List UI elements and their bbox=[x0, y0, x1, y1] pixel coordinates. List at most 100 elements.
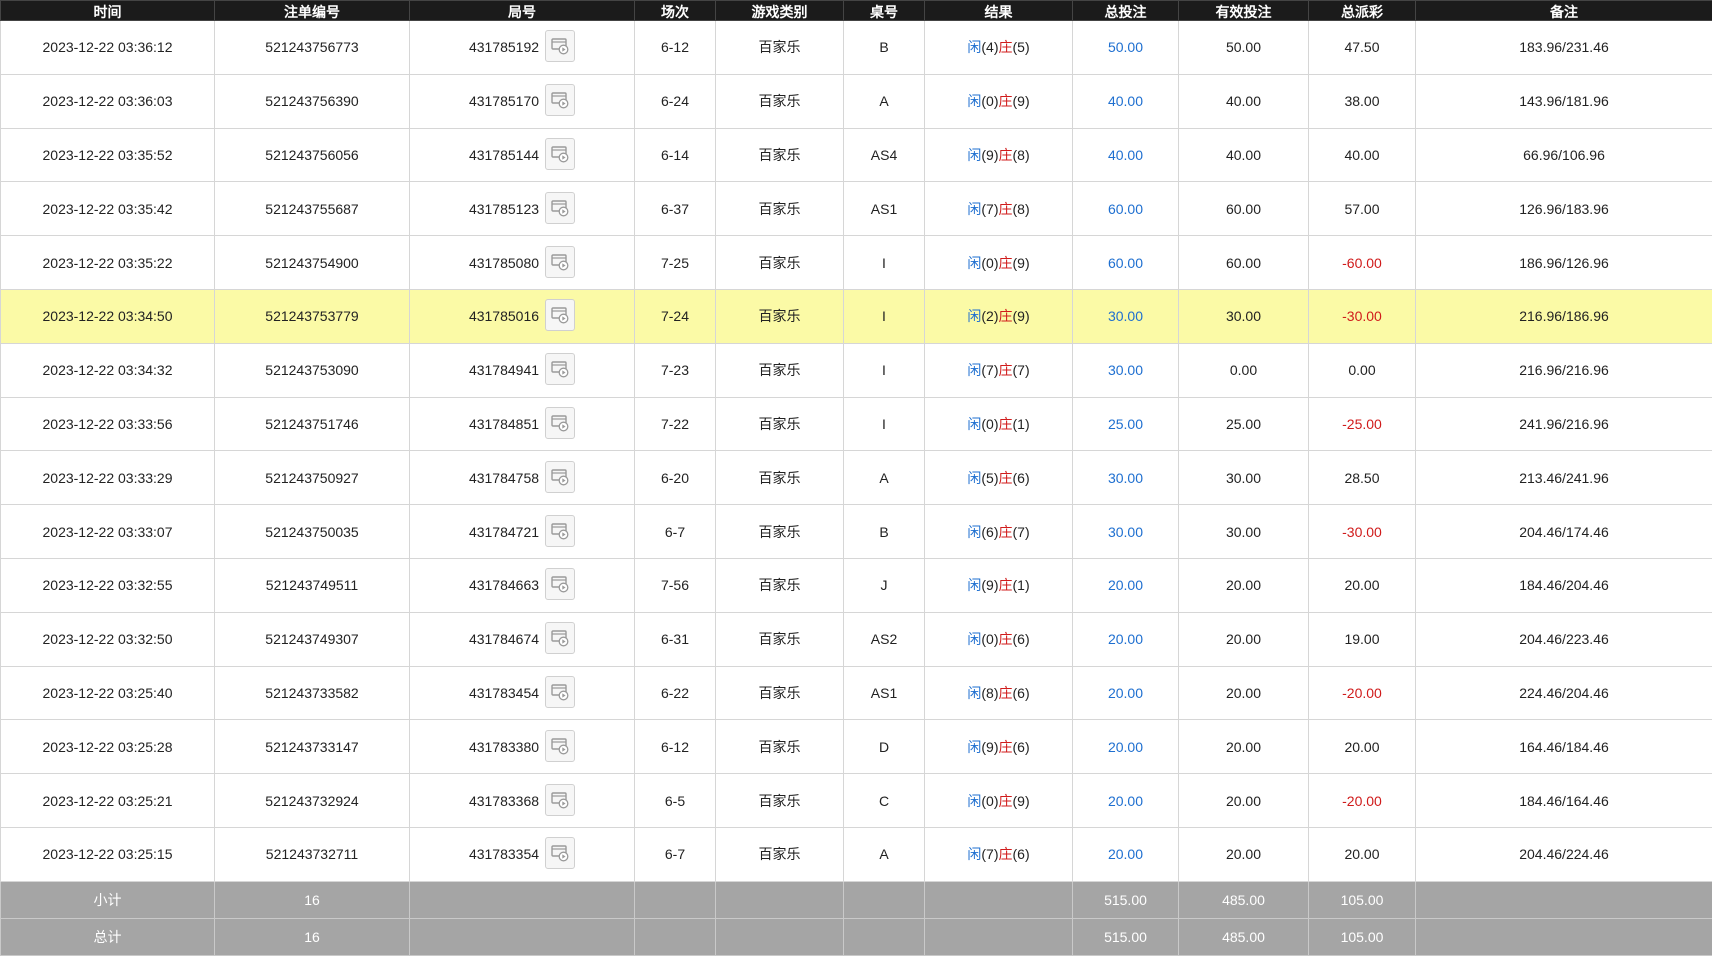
video-replay-icon[interactable] bbox=[545, 353, 576, 386]
cell-payout: -20.00 bbox=[1308, 773, 1416, 828]
total-label: 总计 bbox=[0, 917, 215, 956]
cell-result: 闲(7)庄(6) bbox=[924, 826, 1073, 882]
round-number: 431784851 bbox=[468, 415, 540, 432]
video-replay-icon[interactable] bbox=[545, 191, 576, 224]
table-row[interactable]: 2023-12-22 03:25:15 521243732711 431783354… bbox=[0, 826, 1712, 882]
banker-label: 庄 bbox=[998, 146, 1013, 163]
round-number: 431784674 bbox=[468, 631, 540, 648]
cell-session: 7-22 bbox=[634, 396, 716, 452]
cell-payout: 20.00 bbox=[1308, 719, 1416, 775]
player-label: 闲 bbox=[967, 93, 982, 110]
video-replay-icon[interactable] bbox=[545, 245, 576, 278]
video-replay-icon[interactable] bbox=[545, 460, 576, 493]
table-row[interactable]: 2023-12-22 03:33:07 521243750035 431784721… bbox=[0, 504, 1712, 559]
banker-score: (9) bbox=[1012, 308, 1030, 325]
cell-session: 7-24 bbox=[634, 288, 716, 344]
cell-total-bet: 20.00 bbox=[1072, 719, 1179, 775]
table-row[interactable]: 2023-12-22 03:34:32 521243753090 431784941… bbox=[0, 342, 1712, 398]
cell-session: 6-20 bbox=[634, 450, 716, 506]
cell-result: 闲(0)庄(9) bbox=[924, 235, 1073, 290]
subtotal-bet: 515.00 bbox=[1072, 880, 1179, 919]
header-time: 时间 bbox=[0, 0, 215, 21]
table-row[interactable]: 2023-12-22 03:36:12 521243756773 431785192… bbox=[0, 20, 1712, 75]
cell-round-id: 431785144 bbox=[409, 127, 635, 183]
banker-label: 庄 bbox=[998, 738, 1013, 755]
video-replay-icon[interactable] bbox=[545, 299, 576, 332]
subtotal-count: 16 bbox=[214, 880, 410, 919]
round-number: 431784758 bbox=[468, 469, 540, 486]
table-row[interactable]: 2023-12-22 03:35:42 521243755687 431785123… bbox=[0, 181, 1712, 237]
table-row[interactable]: 2023-12-22 03:32:55 521243749511 431784663… bbox=[0, 557, 1712, 613]
banker-label: 庄 bbox=[998, 39, 1013, 56]
cell-order-id: 521243732924 bbox=[214, 773, 410, 828]
player-score: (2) bbox=[981, 308, 999, 325]
cell-total-bet: 40.00 bbox=[1072, 73, 1179, 129]
cell-valid-bet: 40.00 bbox=[1178, 73, 1309, 129]
video-replay-icon[interactable] bbox=[545, 675, 576, 708]
table-row[interactable]: 2023-12-22 03:35:22 521243754900 431785080… bbox=[0, 235, 1712, 290]
round-number: 431785170 bbox=[468, 93, 540, 110]
cell-round-id: 431783354 bbox=[409, 826, 635, 882]
cell-time: 2023-12-22 03:36:12 bbox=[0, 20, 215, 75]
player-score: (0) bbox=[981, 792, 999, 809]
cell-game-type: 百家乐 bbox=[715, 396, 844, 452]
cell-time: 2023-12-22 03:33:29 bbox=[0, 450, 215, 506]
player-score: (8) bbox=[981, 684, 999, 701]
banker-score: (7) bbox=[1012, 362, 1030, 379]
total-count: 16 bbox=[214, 917, 410, 956]
cell-session: 7-25 bbox=[634, 235, 716, 290]
round-number: 431785144 bbox=[468, 146, 540, 163]
cell-time: 2023-12-22 03:25:15 bbox=[0, 826, 215, 882]
video-replay-icon[interactable] bbox=[545, 30, 576, 63]
cell-note: 241.96/216.96 bbox=[1415, 396, 1712, 452]
table-row[interactable]: 2023-12-22 03:32:50 521243749307 431784674… bbox=[0, 611, 1712, 667]
cell-order-id: 521243733147 bbox=[214, 719, 410, 775]
cell-payout: 57.00 bbox=[1308, 181, 1416, 237]
total-payout: 105.00 bbox=[1308, 917, 1416, 956]
video-replay-icon[interactable] bbox=[545, 783, 576, 816]
video-replay-icon[interactable] bbox=[545, 84, 576, 117]
cell-table-id: I bbox=[843, 288, 925, 344]
table-row[interactable]: 2023-12-22 03:36:03 521243756390 431785170… bbox=[0, 73, 1712, 129]
cell-total-bet: 60.00 bbox=[1072, 235, 1179, 290]
cell-table-id: A bbox=[843, 450, 925, 506]
player-score: (7) bbox=[981, 200, 999, 217]
video-replay-icon[interactable] bbox=[545, 568, 576, 601]
player-label: 闲 bbox=[967, 362, 982, 379]
table-row[interactable]: 2023-12-22 03:34:50 521243753779 431785016… bbox=[0, 288, 1712, 344]
table-row[interactable]: 2023-12-22 03:33:29 521243750927 431784758… bbox=[0, 450, 1712, 506]
cell-valid-bet: 50.00 bbox=[1178, 20, 1309, 75]
subtotal-row: 小计 16 515.00 485.00 105.00 bbox=[0, 880, 1712, 919]
round-number: 431783354 bbox=[468, 846, 540, 863]
cell-total-bet: 50.00 bbox=[1072, 20, 1179, 75]
cell-table-id: J bbox=[843, 557, 925, 613]
player-label: 闲 bbox=[967, 577, 982, 594]
table-row[interactable]: 2023-12-22 03:33:56 521243751746 431784851… bbox=[0, 396, 1712, 452]
table-header-row: 时间 注单编号 局号 场次 游戏类别 桌号 结果 总投注 有效投注 总派彩 备注 bbox=[0, 0, 1712, 21]
player-score: (9) bbox=[981, 577, 999, 594]
cell-total-bet: 30.00 bbox=[1072, 504, 1179, 559]
round-number: 431784721 bbox=[468, 523, 540, 540]
cell-time: 2023-12-22 03:32:55 bbox=[0, 557, 215, 613]
cell-game-type: 百家乐 bbox=[715, 826, 844, 882]
table-row[interactable]: 2023-12-22 03:35:52 521243756056 431785144… bbox=[0, 127, 1712, 183]
round-number: 431785080 bbox=[468, 254, 540, 271]
table-row[interactable]: 2023-12-22 03:25:28 521243733147 431783380… bbox=[0, 719, 1712, 775]
cell-table-id: AS1 bbox=[843, 181, 925, 237]
table-row[interactable]: 2023-12-22 03:25:40 521243733582 431783454… bbox=[0, 665, 1712, 721]
cell-payout: 19.00 bbox=[1308, 611, 1416, 667]
video-replay-icon[interactable] bbox=[545, 729, 576, 762]
cell-total-bet: 30.00 bbox=[1072, 288, 1179, 344]
cell-time: 2023-12-22 03:34:32 bbox=[0, 342, 215, 398]
video-replay-icon[interactable] bbox=[545, 406, 576, 439]
video-replay-icon[interactable] bbox=[545, 837, 576, 870]
banker-score: (9) bbox=[1012, 792, 1030, 809]
video-replay-icon[interactable] bbox=[545, 514, 576, 547]
video-replay-icon[interactable] bbox=[545, 622, 576, 655]
cell-note: 184.46/204.46 bbox=[1415, 557, 1712, 613]
player-label: 闲 bbox=[967, 415, 982, 432]
table-row[interactable]: 2023-12-22 03:25:21 521243732924 431783368… bbox=[0, 773, 1712, 828]
cell-time: 2023-12-22 03:35:42 bbox=[0, 181, 215, 237]
video-replay-icon[interactable] bbox=[545, 137, 576, 170]
cell-result: 闲(2)庄(9) bbox=[924, 288, 1073, 344]
